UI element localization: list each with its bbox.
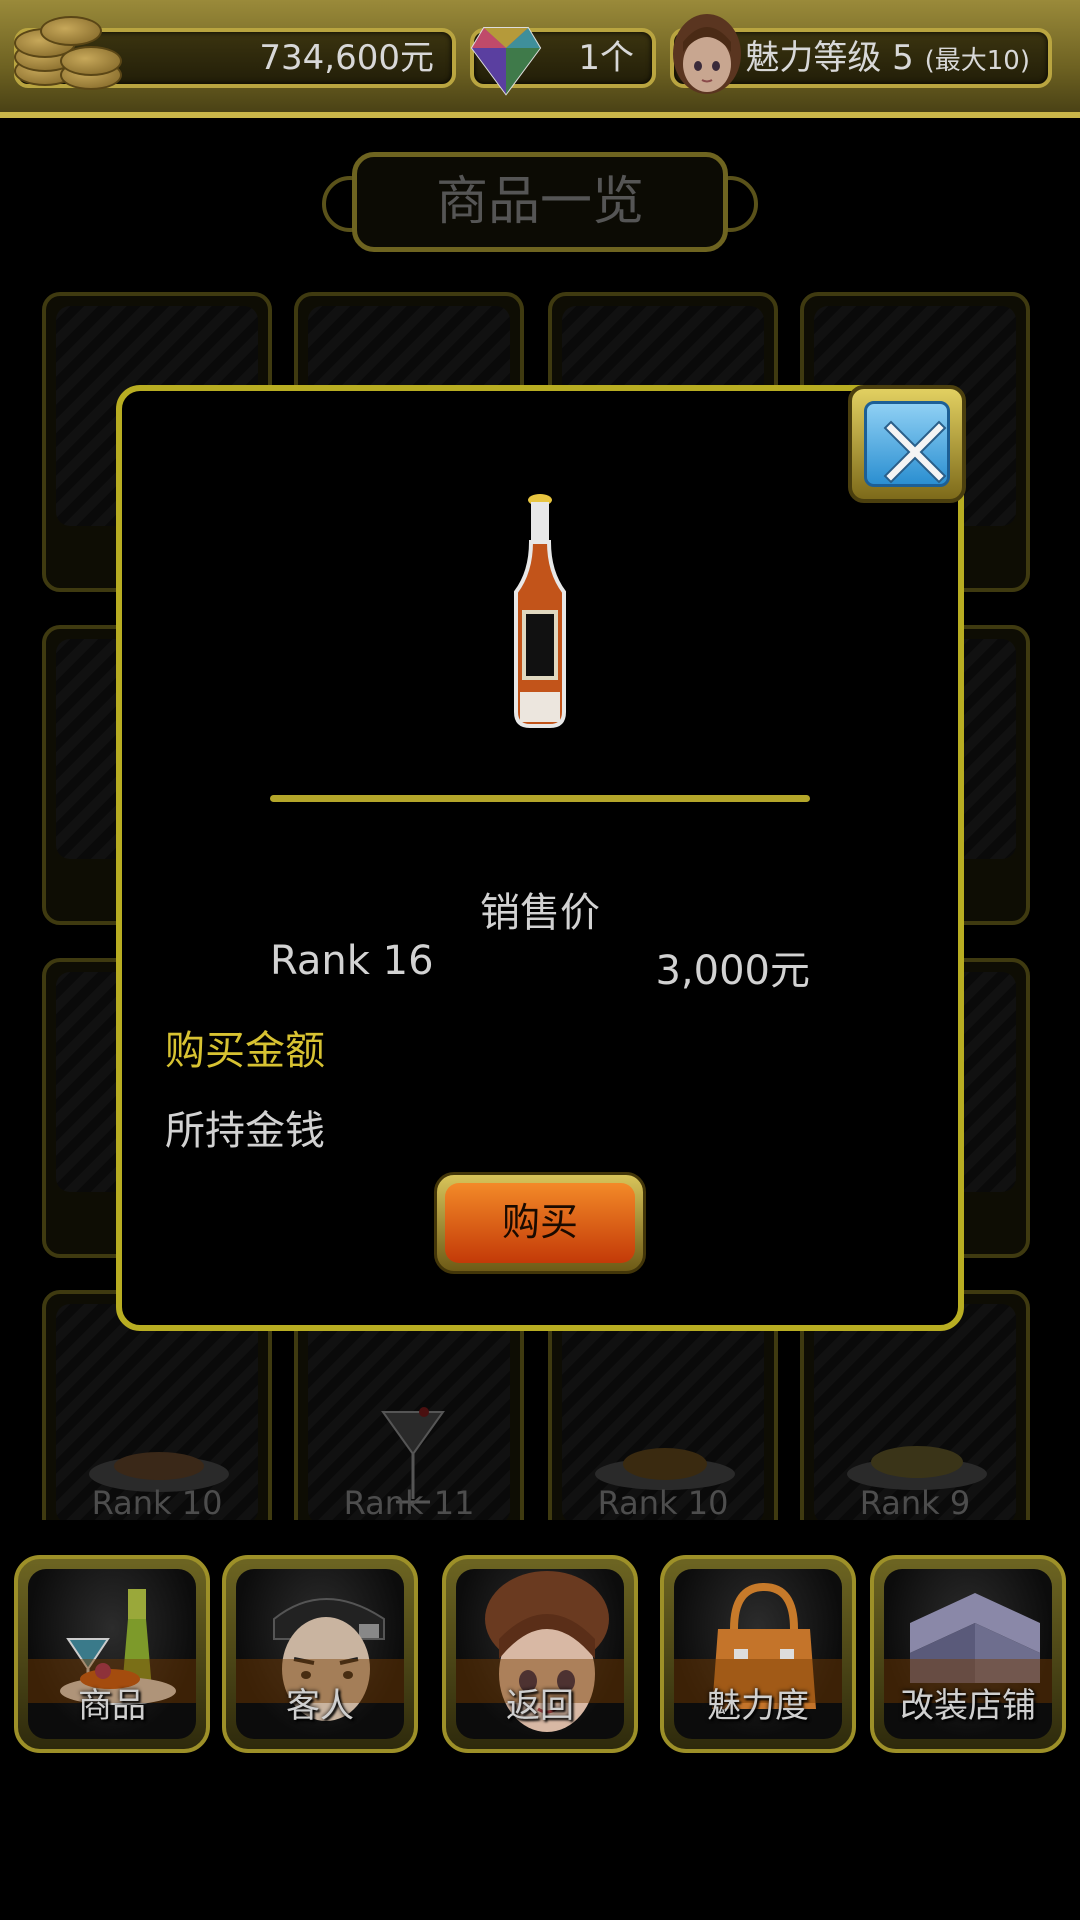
beer-bottle-icon [514, 494, 566, 728]
purchase-amount-label: 购买金额 [165, 1028, 325, 1074]
nav-back-label: 返回 [506, 1686, 574, 1726]
product-rank: Rank 10 [91, 1484, 223, 1520]
avatar-icon [673, 14, 741, 94]
shop-title-text: 商品一览 [435, 172, 644, 232]
coins-icon [12, 12, 127, 92]
close-icon [864, 401, 950, 487]
diamond-icon [470, 27, 542, 96]
nav-charm-label: 魅力度 [707, 1686, 809, 1726]
sale-price-heading: 销售价 [480, 890, 600, 936]
nav-back-button[interactable]: 返回 [442, 1555, 638, 1753]
nav-renovate-button[interactable]: 改装店铺 [870, 1555, 1066, 1753]
close-button[interactable] [848, 385, 966, 503]
nav-charm-button[interactable]: 魅力度 [660, 1555, 856, 1753]
nav-guests-button[interactable]: 客人 [222, 1555, 418, 1753]
nav-goods-label: 商品 [78, 1686, 146, 1726]
buy-button-label: 购买 [445, 1183, 635, 1263]
money-value: 734,600元 [259, 38, 434, 78]
product-rank: Rank 10 [597, 1484, 729, 1520]
nav-guests-label: 客人 [286, 1686, 354, 1726]
nav-goods-button[interactable]: 商品 [14, 1555, 210, 1753]
gem-count: 1个 [578, 38, 634, 78]
status-bar: 734,600元 1个 魅力等级 5 (最大10) [0, 0, 1080, 118]
shop-title: 商品一览 [352, 152, 728, 252]
owned-money-label: 所持金钱 [165, 1108, 325, 1154]
product-rank: Rank 9 [859, 1484, 971, 1520]
product-rank: Rank 11 [343, 1484, 475, 1520]
buy-button[interactable]: 购买 [434, 1172, 646, 1274]
item-rank: Rank 16 [270, 938, 434, 984]
charm-max: (最大10) [924, 46, 1030, 76]
charm-level: 魅力等级 5 [745, 38, 914, 78]
dialog-divider [270, 795, 810, 802]
nav-renovate-label: 改装店铺 [900, 1686, 1036, 1726]
item-price: 3,000元 [655, 948, 810, 994]
